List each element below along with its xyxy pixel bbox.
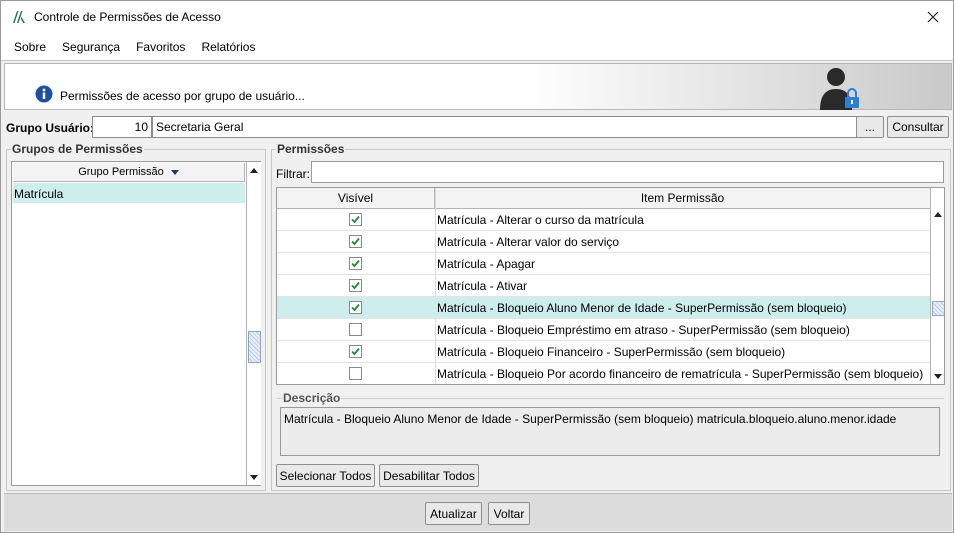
item-permissao-cell: Matrícula - Apagar xyxy=(437,257,536,271)
visible-checkbox[interactable] xyxy=(349,279,362,292)
info-icon xyxy=(35,85,53,103)
scroll-up-arrow-icon[interactable] xyxy=(934,212,942,217)
scroll-thumb[interactable] xyxy=(248,331,261,363)
table-row[interactable]: Matrícula - Ativar xyxy=(277,275,930,297)
list-item[interactable]: Matrícula xyxy=(13,183,245,203)
close-icon xyxy=(927,11,939,23)
table-row[interactable]: Matrícula - Alterar o curso da matrícula xyxy=(277,209,930,231)
disable-all-button[interactable]: Desabilitar Todos xyxy=(379,464,479,487)
menu-sobre[interactable]: Sobre xyxy=(6,40,54,54)
select-all-button[interactable]: Selecionar Todos xyxy=(276,464,375,487)
table-row[interactable]: Matrícula - Apagar xyxy=(277,253,930,275)
scroll-down-arrow-icon[interactable] xyxy=(934,374,942,379)
grupos-permissoes-list: Grupo Permissão Matrícula xyxy=(11,161,261,486)
checkmark-icon xyxy=(351,347,360,356)
menu-favoritos[interactable]: Favoritos xyxy=(128,40,193,54)
item-permissao-cell: Matrícula - Alterar o curso da matrícula xyxy=(437,213,644,227)
group-user-code-field[interactable]: 10 xyxy=(92,116,152,138)
grupos-permissoes-legend: Grupos de Permissões xyxy=(11,142,144,156)
app-logo-icon xyxy=(13,11,25,23)
filter-label: Filtrar: xyxy=(276,167,310,181)
info-header: Permissões de acesso por grupo de usuári… xyxy=(4,63,952,110)
item-permissao-cell: Matrícula - Bloqueio Financeiro - SuperP… xyxy=(437,345,786,359)
visible-checkbox[interactable] xyxy=(349,367,362,380)
sort-desc-icon xyxy=(170,169,179,175)
grupo-permissao-column-label: Grupo Permissão xyxy=(78,166,164,178)
visible-checkbox[interactable] xyxy=(349,235,362,248)
menu-relatorios[interactable]: Relatórios xyxy=(193,40,263,54)
lookup-button[interactable]: ... xyxy=(856,116,884,138)
grupo-permissao-column-header[interactable]: Grupo Permissão xyxy=(13,163,245,182)
visible-checkbox[interactable] xyxy=(349,301,362,314)
item-permissao-cell: Matrícula - Bloqueio Aluno Menor de Idad… xyxy=(437,301,847,315)
visible-checkbox[interactable] xyxy=(349,345,362,358)
filter-input[interactable] xyxy=(311,161,944,183)
permissions-scrollbar[interactable] xyxy=(930,188,944,384)
close-button[interactable] xyxy=(921,5,945,29)
table-row[interactable]: Matrícula - Bloqueio Por acordo financei… xyxy=(277,363,930,384)
description-box: Matrícula - Bloqueio Aluno Menor de Idad… xyxy=(280,407,940,456)
info-text: Permissões de acesso por grupo de usuári… xyxy=(60,89,305,103)
item-permissao-column-header[interactable]: Item Permissão xyxy=(435,188,930,209)
permissions-table: Visível Item Permissão Matrícula - Alter… xyxy=(276,187,945,385)
visible-checkbox[interactable] xyxy=(349,213,362,226)
checkmark-icon xyxy=(351,281,360,290)
title-bar: Controle de Permissões de Acesso xyxy=(1,1,953,33)
user-lock-icon xyxy=(820,68,859,110)
window-title: Controle de Permissões de Acesso xyxy=(34,10,221,24)
menu-bar: Sobre Segurança Favoritos Relatórios xyxy=(1,33,953,61)
scroll-thumb[interactable] xyxy=(932,301,944,316)
scroll-down-arrow-icon[interactable] xyxy=(250,475,258,480)
scroll-up-arrow-icon[interactable] xyxy=(250,168,258,173)
visivel-column-header[interactable]: Visível xyxy=(277,188,435,209)
table-row[interactable]: Matrícula - Alterar valor do serviço xyxy=(277,231,930,253)
item-permissao-cell: Matrícula - Bloqueio Por acordo financei… xyxy=(437,367,924,381)
checkmark-icon xyxy=(351,237,360,246)
item-permissao-cell: Matrícula - Bloqueio Empréstimo em atras… xyxy=(437,323,850,337)
description-label: Descrição xyxy=(282,391,342,405)
table-row[interactable]: Matrícula - Bloqueio Financeiro - SuperP… xyxy=(277,341,930,363)
table-row[interactable]: Matrícula - Bloqueio Aluno Menor de Idad… xyxy=(277,297,930,319)
group-user-name-field[interactable]: Secretaria Geral xyxy=(152,116,858,138)
description-separator xyxy=(277,398,944,399)
item-permissao-cell: Matrícula - Ativar xyxy=(437,279,528,293)
voltar-button[interactable]: Voltar xyxy=(488,502,530,525)
group-user-row: Grupo Usuário: 10 Secretaria Geral xyxy=(4,116,952,138)
atualizar-button[interactable]: Atualizar xyxy=(425,502,482,525)
item-permissao-cell: Matrícula - Alterar valor do serviço xyxy=(437,235,620,249)
table-row[interactable]: Matrícula - Bloqueio Empréstimo em atras… xyxy=(277,319,930,341)
checkmark-icon xyxy=(351,215,360,224)
group-user-label: Grupo Usuário: xyxy=(6,121,95,135)
permissions-window: Controle de Permissões de Acesso Sobre S… xyxy=(0,0,954,533)
visible-checkbox[interactable] xyxy=(349,257,362,270)
checkmark-icon xyxy=(351,259,360,268)
left-list-scrollbar[interactable] xyxy=(246,162,261,485)
consultar-button[interactable]: Consultar xyxy=(887,116,949,138)
permissoes-legend: Permissões xyxy=(276,142,346,156)
menu-seguranca[interactable]: Segurança xyxy=(54,40,128,54)
checkmark-icon xyxy=(351,303,360,312)
visible-checkbox[interactable] xyxy=(349,323,362,336)
